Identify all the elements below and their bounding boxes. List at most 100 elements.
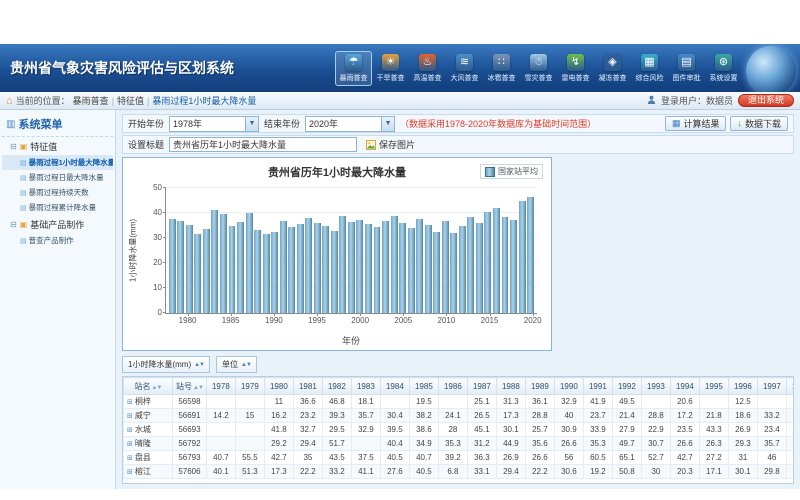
value-cell: 39.2 (438, 451, 467, 465)
sort-arrows-icon[interactable]: ▲▼ (152, 385, 162, 391)
sidebar-item-label: 暴雨过程日最大降水量 (29, 172, 104, 183)
value-cell: 33.1 (467, 465, 496, 479)
sidebar-item[interactable]: ▤暴雨过程日最大降水量 (2, 170, 113, 185)
column-header-year[interactable]: 1983 (351, 378, 380, 395)
value-cell: 36.3 (467, 451, 496, 465)
nav-item-composite-risk[interactable]: ▦综合风险 (631, 51, 668, 86)
breadcrumb-item[interactable]: 暴雨普查 (70, 96, 112, 106)
legend-label: 国家站平均 (498, 166, 538, 177)
sidebar-group-1[interactable]: ⊟▣基础产品制作 (2, 215, 113, 233)
value-cell: 39.5 (380, 423, 409, 437)
value-cell: 32.7 (293, 423, 322, 437)
start-year-select[interactable]: 1978年 ▼ (169, 116, 259, 132)
column-header-id[interactable]: 站号▲▼ (173, 378, 207, 395)
station-data-table: 站名▲▼站号▲▼19781979198019811982198319841985… (123, 377, 794, 479)
nav-item-lightning[interactable]: ↯雷电普查 (557, 51, 594, 86)
expand-row-icon[interactable]: ⊞ (127, 469, 133, 476)
value-cell: 6.8 (438, 465, 467, 479)
data-table-scroll[interactable]: 站名▲▼站号▲▼19781979198019811982198319841985… (122, 376, 794, 484)
column-header-year[interactable]: 1991 (583, 378, 612, 395)
value-cell: 35.7 (351, 409, 380, 423)
column-header-year[interactable]: 1989 (525, 378, 554, 395)
column-header-year[interactable]: 1995 (699, 378, 728, 395)
station-name-cell: ⊞桐梓 (124, 395, 173, 409)
nav-item-drought[interactable]: ☀干旱普查 (372, 51, 409, 86)
collapse-icon[interactable]: ⊟ (10, 220, 17, 229)
column-header-year[interactable]: 1988 (496, 378, 525, 395)
column-header-year[interactable]: 1980 (264, 378, 293, 395)
value-cell: 30.7 (641, 437, 670, 451)
value-cell: 39.3 (322, 409, 351, 423)
nav-item-snow[interactable]: ☃雪灾普查 (520, 51, 557, 86)
column-header-year[interactable]: 1996 (728, 378, 757, 395)
nav-item-wind[interactable]: ≋大风普查 (446, 51, 483, 86)
value-cell: 41.8 (264, 423, 293, 437)
station-name: 水城 (135, 425, 151, 434)
column-header-year[interactable]: 1979 (235, 378, 264, 395)
chart-title-input[interactable] (169, 137, 357, 152)
nav-item-freeze[interactable]: ◈凝冻普查 (594, 51, 631, 86)
column-header-year[interactable]: 1992 (612, 378, 641, 395)
sidebar-item[interactable]: ▤普查产品制作 (2, 233, 113, 248)
nav-item-hail[interactable]: ∷冰雹普查 (483, 51, 520, 86)
station-name-cell: ⊞晴隆 (124, 437, 173, 451)
value-cell: 25.7 (525, 423, 554, 437)
value-cell: 11 (264, 395, 293, 409)
column-header-year[interactable]: 1986 (438, 378, 467, 395)
expand-row-icon[interactable]: ⊞ (127, 441, 133, 448)
logout-button[interactable]: 退出系统 (738, 94, 794, 107)
value-cell: 12.5 (728, 395, 757, 409)
save-image-button[interactable]: 保存图片 (366, 138, 415, 151)
bar-2013 (467, 217, 474, 313)
image-icon (366, 140, 376, 150)
column-header-year[interactable]: 1987 (467, 378, 496, 395)
column-header-year[interactable]: 1981 (293, 378, 322, 395)
column-header-year[interactable]: 1997 (757, 378, 786, 395)
column-header-year[interactable]: 1984 (380, 378, 409, 395)
value-cell: 33.9 (583, 423, 612, 437)
nav-item-heat[interactable]: ♨高温普查 (409, 51, 446, 86)
value-cell: 21.4 (612, 409, 641, 423)
nav-item-map-approval[interactable]: ▤图件审批 (668, 51, 705, 86)
value-cell: 36.1 (525, 395, 554, 409)
expand-row-icon[interactable]: ⊞ (127, 427, 133, 434)
sidebar-group-0[interactable]: ⊟▣特征值 (2, 137, 113, 155)
column-header-year[interactable]: 1990 (554, 378, 583, 395)
bar-1982 (203, 229, 210, 314)
value-cell: 17.2 (670, 409, 699, 423)
value-cell (206, 395, 235, 409)
filter-chip-precip[interactable]: 1小时降水量(mm) ▲▼ (122, 356, 210, 373)
column-header-year[interactable]: 1994 (670, 378, 699, 395)
expand-row-icon[interactable]: ⊞ (127, 455, 133, 462)
sort-arrows-icon[interactable]: ▲▼ (193, 385, 203, 391)
sidebar-item[interactable]: ▤暴雨过程累计降水量 (2, 200, 113, 215)
sidebar-item[interactable]: ▤暴雨过程1小时最大降水量 (2, 155, 113, 170)
download-button[interactable]: ↓ 数据下载 (730, 116, 788, 131)
breadcrumb-item[interactable]: 暴雨过程1小时最大降水量 (149, 96, 259, 106)
save-image-label: 保存图片 (379, 138, 415, 151)
column-header-year[interactable]: 1998 (786, 378, 794, 395)
filter-chip-unit[interactable]: 单位 ▲▼ (216, 356, 257, 373)
value-cell (206, 423, 235, 437)
column-header-name[interactable]: 站名▲▼ (124, 378, 173, 395)
login-user: 登录用户：数据员 (661, 94, 733, 107)
sidebar-item[interactable]: ▤暴雨过程持续天数 (2, 185, 113, 200)
station-name: 榕江 (135, 467, 151, 476)
value-cell: 23.4 (757, 423, 786, 437)
value-cell: 23.7 (583, 409, 612, 423)
expand-row-icon[interactable]: ⊞ (127, 413, 133, 420)
column-header-year[interactable]: 1985 (409, 378, 438, 395)
value-cell: 40.4 (380, 437, 409, 451)
column-header-year[interactable]: 1982 (322, 378, 351, 395)
column-header-year[interactable]: 1993 (641, 378, 670, 395)
collapse-icon[interactable]: ⊟ (10, 142, 17, 151)
column-header-year[interactable]: 1978 (206, 378, 235, 395)
expand-row-icon[interactable]: ⊞ (127, 399, 133, 406)
nav-item-settings[interactable]: ⊛系统设置 (705, 51, 742, 86)
nav-item-rainstorm[interactable]: ☂暴雨普查 (335, 51, 372, 86)
end-year-select[interactable]: 2020年 ▼ (305, 116, 395, 132)
value-cell: 40.7 (409, 451, 438, 465)
compute-button[interactable]: ▦ 计算结果 (665, 116, 727, 131)
breadcrumb-item[interactable]: 特征值 (114, 96, 147, 106)
content-area: 开始年份 1978年 ▼ 结束年份 2020年 ▼ （数据采用1978-2020… (116, 110, 800, 489)
